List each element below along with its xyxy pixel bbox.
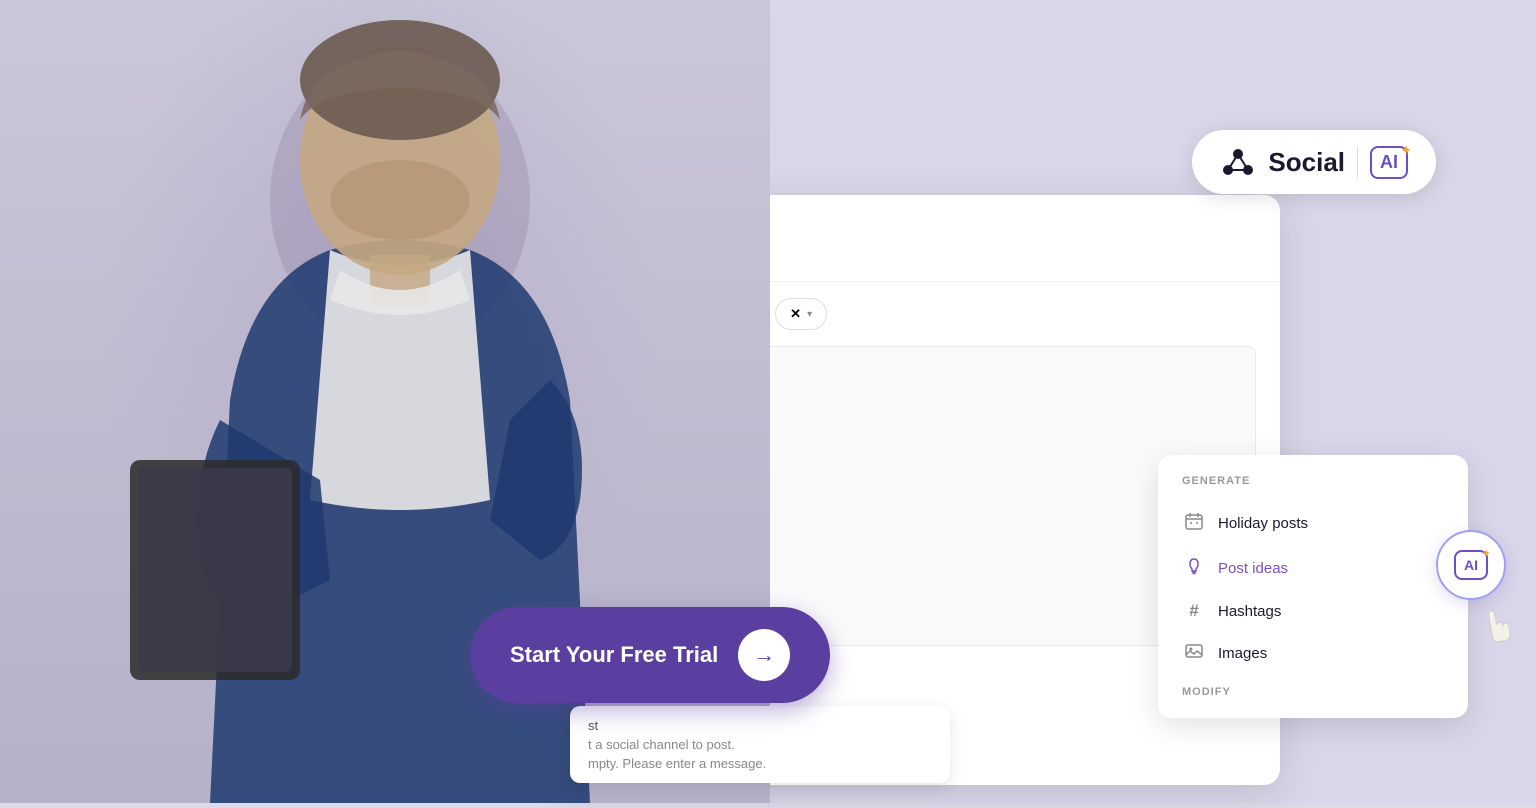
image-icon <box>1184 641 1204 661</box>
ai-circle-button[interactable]: AI ✦ <box>1436 530 1506 600</box>
ai-badge: AI ✦ <box>1370 146 1408 179</box>
hashtag-icon: # <box>1182 601 1206 621</box>
hand-cursor-icon <box>1471 597 1519 653</box>
ai-circle-label: AI <box>1464 557 1478 573</box>
post-ideas-icon <box>1182 556 1206 581</box>
bottom-status-card: st t a social channel to post. mpty. Ple… <box>570 706 950 783</box>
badge-divider <box>1357 146 1358 178</box>
social-label: Social <box>1268 147 1345 178</box>
sparkle-icon: ✦ <box>1400 142 1412 159</box>
hashtags-item[interactable]: # Hashtags <box>1182 591 1444 631</box>
ai-badge-text: AI <box>1380 152 1398 173</box>
ai-circle-inner: AI ✦ <box>1454 550 1488 580</box>
bottom-card-line2: t a social channel to post. <box>588 737 932 752</box>
post-ideas-label: Post ideas <box>1218 560 1288 577</box>
cta-arrow-circle: → <box>738 629 790 681</box>
social-network-icon <box>1220 144 1256 180</box>
holiday-posts-icon <box>1182 511 1206 536</box>
lightbulb-icon <box>1184 556 1204 576</box>
x-platform-btn[interactable]: ✕ ▾ <box>775 298 827 330</box>
cta-arrow-icon: → <box>753 642 775 668</box>
images-label: Images <box>1218 645 1267 662</box>
holiday-posts-item[interactable]: Holiday posts <box>1182 501 1444 546</box>
social-ai-badge: Social AI ✦ <box>1192 130 1436 194</box>
bottom-card-line3: mpty. Please enter a message. <box>588 756 932 771</box>
images-icon <box>1182 641 1206 666</box>
post-ideas-item[interactable]: Post ideas <box>1182 546 1444 591</box>
bottom-card-line1: st <box>588 718 932 733</box>
cta-button-label: Start Your Free Trial <box>510 642 718 668</box>
holiday-posts-label: Holiday posts <box>1218 515 1308 532</box>
calendar-icon <box>1184 511 1204 531</box>
generate-section-label: GENERATE <box>1182 475 1444 487</box>
cta-free-trial-button[interactable]: Start Your Free Trial → <box>470 607 830 703</box>
modify-section-label: MODIFY <box>1182 686 1444 698</box>
x-twitter-icon: ✕ <box>790 306 801 322</box>
generate-panel: GENERATE Holiday posts Post ideas <box>1158 455 1468 718</box>
ai-circle-sparkle-icon: ✦ <box>1482 547 1491 560</box>
hashtags-label: Hashtags <box>1218 603 1281 620</box>
x-chevron: ▾ <box>807 309 812 320</box>
images-item[interactable]: Images <box>1182 631 1444 676</box>
